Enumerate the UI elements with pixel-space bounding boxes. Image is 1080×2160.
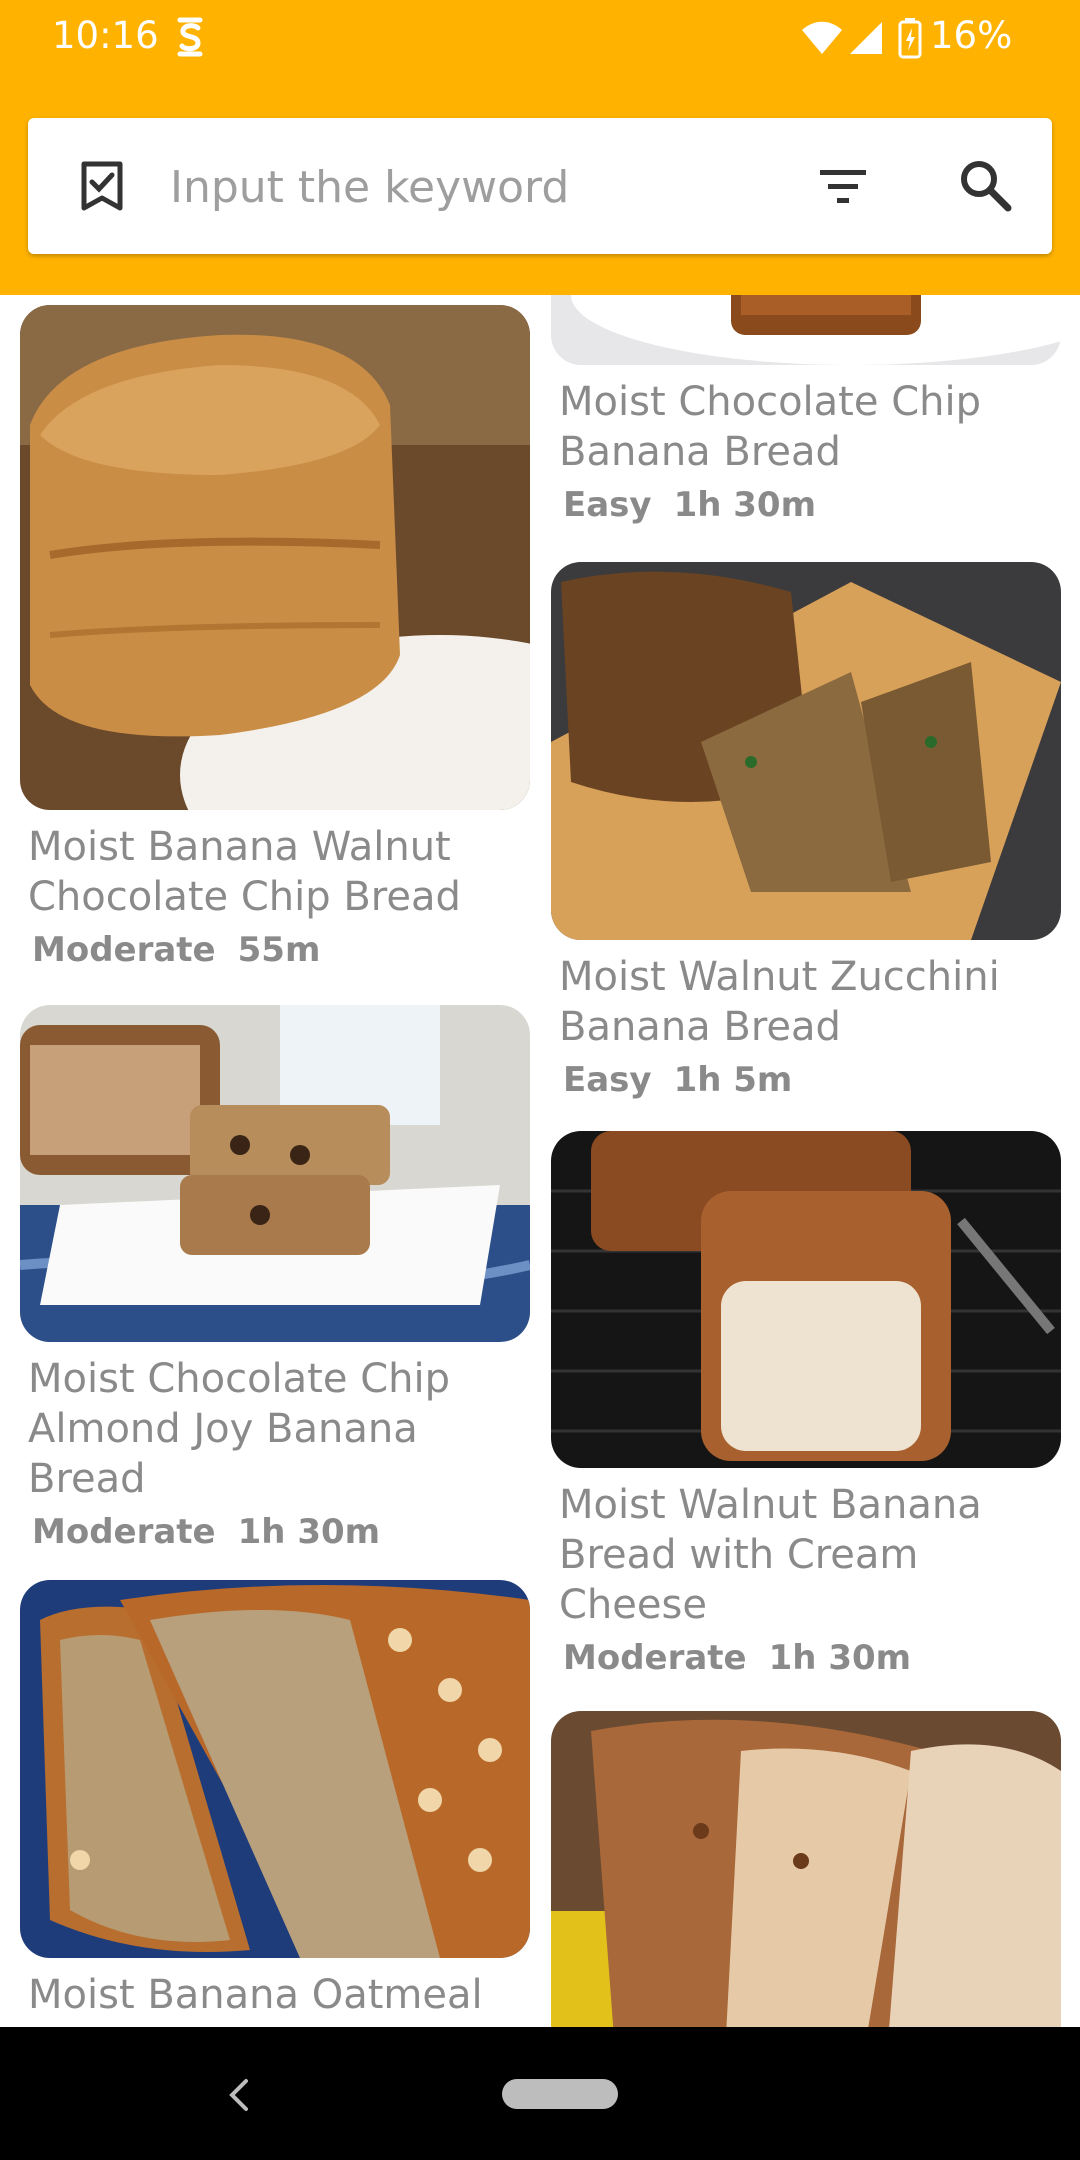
search-bar[interactable]	[28, 118, 1052, 254]
recipe-time: 1h 30m	[237, 1512, 381, 1552]
recipe-card[interactable]: Moist Walnut Banana Bread with Cream Che…	[551, 1131, 1061, 1678]
recipe-card[interactable]: Moist Banana Walnut Chocolate Chip Bread…	[20, 305, 530, 970]
wifi-icon	[802, 21, 842, 54]
recipe-time: 1h 5m	[673, 1060, 793, 1100]
recipe-meta: Moderate 1h 30m	[32, 1512, 518, 1552]
battery-charging-icon	[898, 18, 922, 59]
recipe-meta: Easy 1h 5m	[563, 1060, 1049, 1100]
recipe-meta: Moderate 55m	[32, 930, 518, 970]
recipe-card[interactable]: Moist Chocolate Chip Banana Bread Easy 1h…	[551, 295, 1061, 525]
recipe-difficulty: Easy	[563, 1060, 652, 1100]
bookmark-check-icon[interactable]	[78, 160, 126, 212]
recipe-card[interactable]: Moist Chocolate Chip Almond Joy Banana B…	[20, 1005, 530, 1552]
search-input[interactable]	[168, 156, 772, 218]
recipe-image[interactable]	[20, 305, 530, 810]
home-pill[interactable]	[502, 2079, 618, 2109]
recipe-title: Moist Walnut Zucchini Banana Bread	[559, 954, 1000, 1050]
recipe-difficulty: Easy	[563, 485, 652, 525]
recipe-image[interactable]	[551, 1131, 1061, 1468]
recipe-image[interactable]	[20, 1580, 530, 1958]
back-icon[interactable]	[224, 2077, 252, 2113]
status-bar: 10:16 16%	[0, 0, 1080, 80]
recipe-title: Moist Chocolate Chip Almond Joy Banana B…	[28, 1356, 450, 1502]
recipe-image[interactable]	[551, 1711, 1061, 2027]
app-notification-icon	[177, 17, 203, 57]
navigation-bar	[0, 2027, 1080, 2160]
recipe-difficulty: Moderate	[32, 930, 216, 970]
recipe-difficulty: Moderate	[563, 1638, 747, 1678]
recipe-image[interactable]	[20, 1005, 530, 1342]
recipe-meta: Easy 1h 30m	[563, 485, 1049, 525]
recipe-card[interactable]: Moist Banana Oatmeal	[20, 1580, 530, 2020]
recipe-title: Moist Chocolate Chip Banana Bread	[559, 379, 981, 475]
recipe-meta: Moderate 1h 30m	[563, 1638, 1049, 1678]
status-time: 10:16	[52, 14, 159, 57]
signal-icon	[850, 22, 882, 54]
recipe-image[interactable]	[551, 295, 1061, 365]
battery-percent: 16%	[930, 14, 1013, 57]
search-icon[interactable]	[958, 158, 1012, 212]
recipe-card[interactable]: Moist Walnut Zucchini Banana Bread Easy 1…	[551, 562, 1061, 1100]
recipe-grid[interactable]: Moist Banana Walnut Chocolate Chip Bread…	[0, 295, 1080, 2027]
recipe-title: Moist Banana Walnut Chocolate Chip Bread	[28, 824, 461, 920]
recipe-image[interactable]	[551, 562, 1061, 940]
recipe-time: 1h 30m	[768, 1638, 912, 1678]
recipe-difficulty: Moderate	[32, 1512, 216, 1552]
filter-icon[interactable]	[818, 164, 868, 208]
recipe-time: 1h 30m	[673, 485, 817, 525]
recipe-time: 55m	[237, 930, 321, 970]
recipe-title: Moist Banana Oatmeal	[28, 1972, 483, 2018]
recipe-card[interactable]	[551, 1711, 1061, 2027]
recipe-title: Moist Walnut Banana Bread with Cream Che…	[559, 1482, 982, 1628]
